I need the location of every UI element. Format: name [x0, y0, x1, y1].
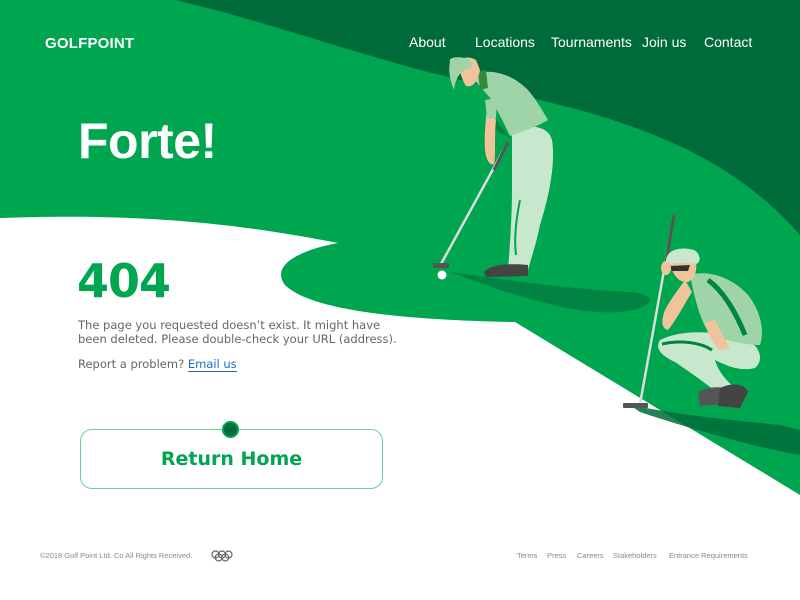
- nav-item-locations[interactable]: Locations: [475, 34, 535, 50]
- nav-item-contact[interactable]: Contact: [704, 34, 752, 50]
- nav-item-join-us[interactable]: Join us: [642, 34, 686, 50]
- return-home-button[interactable]: Return Home: [80, 429, 383, 489]
- button-dot-icon: [222, 421, 239, 438]
- footer-copyright: ©2018 Golf Point Ltd. Co All Rights Rece…: [40, 551, 193, 560]
- footer-link-terms[interactable]: Terms: [517, 551, 537, 560]
- report-prefix: Report a problem?: [78, 357, 185, 371]
- report-problem: Report a problem? Email us: [78, 357, 237, 372]
- footer-link-press[interactable]: Press: [547, 551, 566, 560]
- footer-link-stakeholders[interactable]: Stakeholders: [613, 551, 657, 560]
- error-code: 404: [77, 254, 171, 308]
- main-nav: About Locations Tournaments Join us Cont…: [0, 34, 800, 54]
- nav-item-tournaments[interactable]: Tournaments: [551, 34, 632, 50]
- hero-title: Forte!: [78, 113, 217, 169]
- rings-icon: [211, 550, 233, 562]
- error-message: The page you requested doesn’t exist. It…: [78, 318, 397, 346]
- footer-link-careers[interactable]: Careers: [577, 551, 604, 560]
- email-us-link[interactable]: Email us: [187, 357, 237, 372]
- footer-link-entrance-requirements[interactable]: Entrance Requirements: [669, 551, 748, 560]
- nav-item-about[interactable]: About: [409, 34, 446, 50]
